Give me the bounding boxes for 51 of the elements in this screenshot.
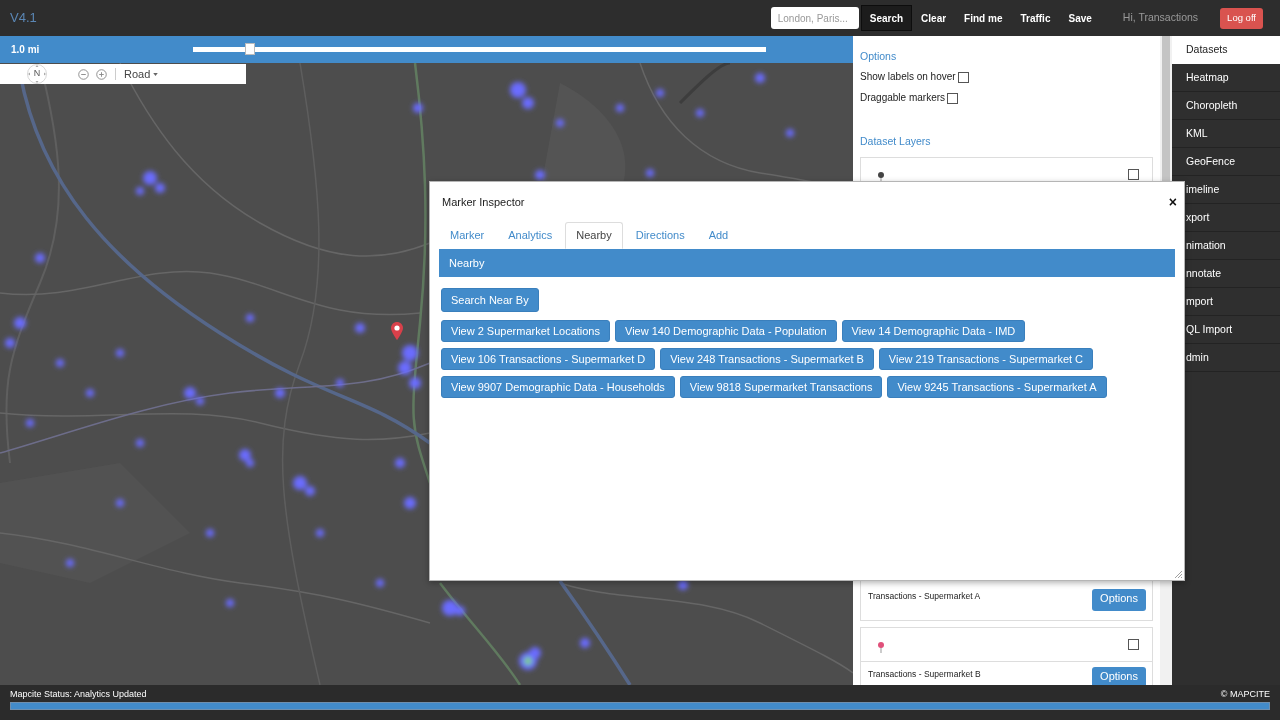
view-results-button[interactable]: View 2 Supermarket Locations: [441, 320, 610, 342]
section-title: Nearby: [449, 255, 485, 271]
search-near-by-button[interactable]: Search Near By: [441, 288, 539, 312]
options-heading: Options: [860, 49, 898, 63]
map-pin-icon[interactable]: [391, 322, 403, 340]
view-results-button[interactable]: View 248 Transactions - Supermarket B: [660, 348, 874, 370]
toolbar-button[interactable]: Clear: [912, 5, 956, 31]
option-checkbox[interactable]: [947, 92, 959, 104]
caret-icon: [153, 72, 159, 76]
version-label: V4.1: [10, 9, 37, 28]
view-results-button[interactable]: View 9245 Transactions - Supermarket A: [887, 376, 1107, 398]
option-checkbox[interactable]: [957, 71, 969, 83]
copyright-text: © MAPCITE: [1220, 688, 1270, 700]
radius-label: 1.0 mi: [11, 43, 41, 57]
resize-grip-icon[interactable]: [1174, 570, 1182, 578]
dialog-tab[interactable]: Directions: [624, 222, 696, 249]
option-label: Show labels on hover: [860, 70, 956, 84]
toolbar-button[interactable]: Search: [860, 5, 913, 31]
layer-options-button[interactable]: Options: [1092, 589, 1146, 611]
dataset-layers-heading: Dataset Layers: [860, 134, 932, 148]
toolbar-button[interactable]: Save: [1059, 5, 1101, 31]
view-results-button[interactable]: View 9907 Demographic Data - Households: [441, 376, 675, 398]
slider-thumb[interactable]: [245, 43, 256, 55]
greeting-text: Hi, Transactions: [1122, 10, 1199, 26]
zoom-out-icon[interactable]: [78, 68, 89, 80]
status-text: Mapcite Status: Analytics Updated: [10, 688, 147, 700]
option-label: Draggable markers: [860, 91, 946, 105]
view-results-button[interactable]: View 14 Demographic Data - IMD: [841, 320, 1026, 342]
toolbar-button[interactable]: Find me: [955, 5, 1012, 31]
dialog-tab[interactable]: Add: [697, 222, 740, 249]
dialog-tab[interactable]: Analytics: [497, 222, 564, 249]
layer-checkbox[interactable]: [1128, 169, 1139, 180]
dialog-tab[interactable]: Nearby: [565, 222, 623, 249]
zoom-in-icon[interactable]: [96, 68, 107, 80]
view-results-button[interactable]: View 9818 Supermarket Transactions: [679, 376, 883, 398]
dialog-tab[interactable]: Marker: [439, 222, 496, 249]
map-type-dropdown[interactable]: Road: [124, 65, 159, 83]
layer-options-button[interactable]: Options: [1092, 667, 1146, 685]
compass-button[interactable]: N: [24, 64, 50, 84]
layer-name: Transactions - Supermarket A: [868, 590, 981, 602]
view-results-button[interactable]: View 219 Transactions - Supermarket C: [878, 348, 1094, 370]
toolbar-button[interactable]: Traffic: [1011, 5, 1060, 31]
view-results-button[interactable]: View 106 Transactions - Supermarket D: [441, 348, 656, 370]
log-off-button[interactable]: Log off: [1220, 7, 1263, 29]
close-button[interactable]: ×: [1168, 195, 1177, 209]
layer-checkbox[interactable]: [1128, 639, 1139, 650]
layer-name: Transactions - Supermarket B: [868, 668, 981, 680]
pan-arrows-icon: [24, 64, 50, 84]
location-search-field[interactable]: London, Paris...: [770, 7, 859, 29]
dialog-title: Marker Inspector: [442, 194, 525, 210]
view-results-button[interactable]: View 140 Demographic Data - Population: [615, 320, 837, 342]
